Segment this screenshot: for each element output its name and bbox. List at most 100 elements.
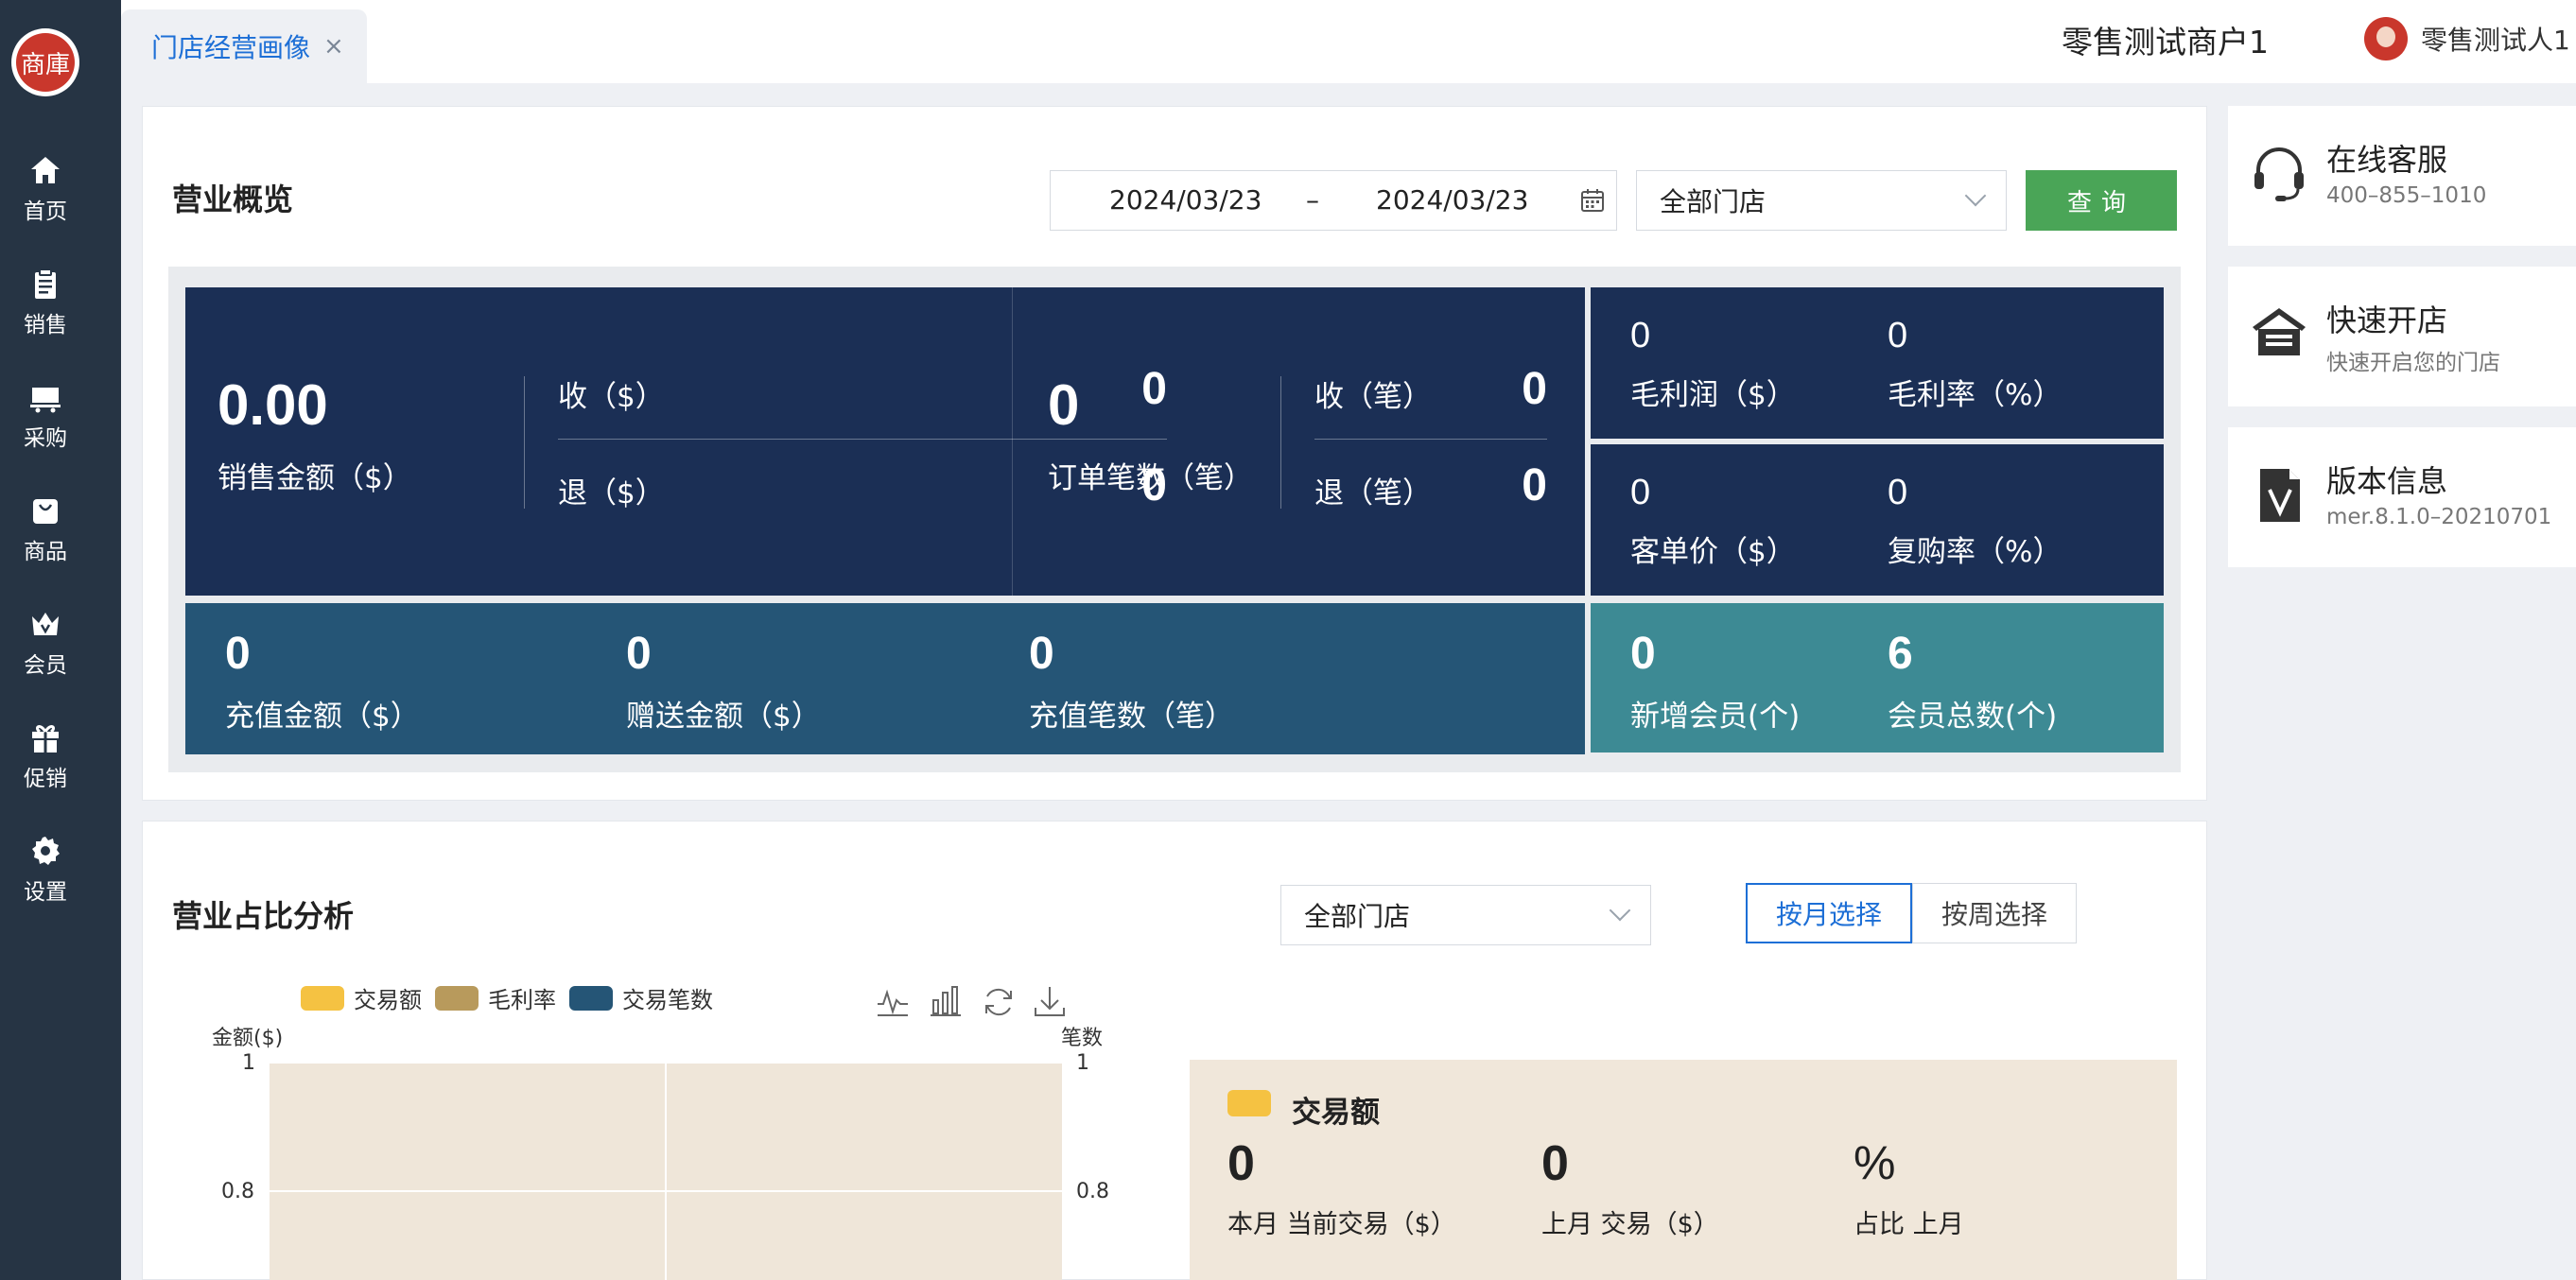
ratio-label: 占比 上月 bbox=[1854, 1210, 1964, 1239]
repurchase-value: 0 bbox=[1888, 473, 1908, 512]
cart-icon bbox=[30, 388, 61, 413]
recharge-tile: 0 充值金额（$） 0 赠送金额（$） 0 充值笔数（笔） bbox=[185, 603, 1585, 754]
new-members-value: 0 bbox=[1630, 629, 1656, 679]
service-title: 在线客服 bbox=[2326, 142, 2448, 178]
gear-icon bbox=[32, 837, 60, 865]
chevron-down-icon bbox=[1964, 184, 1987, 207]
avg-ticket-label: 客单价（$） bbox=[1630, 535, 1796, 569]
chart-legend: 交易额 毛利率 交易笔数 bbox=[301, 981, 726, 1014]
user-menu[interactable]: 零售测试人1 bbox=[2364, 17, 2570, 61]
avatar bbox=[2364, 17, 2408, 61]
calendar-icon bbox=[1581, 189, 1604, 212]
left-tick-1: 1 bbox=[242, 1051, 255, 1075]
avg-ticket-value: 0 bbox=[1630, 473, 1651, 512]
bar-chart-icon[interactable] bbox=[927, 983, 965, 1021]
query-button[interactable]: 查询 bbox=[2026, 170, 2177, 231]
download-icon[interactable] bbox=[1031, 983, 1069, 1021]
analysis-store-value: 全部门店 bbox=[1304, 901, 1411, 932]
quick-open-card[interactable]: 快速开店 快速开启您的门店 bbox=[2228, 267, 2576, 406]
nav-item-home[interactable]: 首页 bbox=[0, 153, 91, 225]
right-tick-0-8: 0.8 bbox=[1076, 1180, 1109, 1203]
store-icon bbox=[2253, 308, 2306, 355]
date-start: 2024/03/23 bbox=[1109, 184, 1262, 216]
refresh-icon[interactable] bbox=[980, 983, 1018, 1021]
nav-label-settings: 设置 bbox=[24, 880, 67, 905]
nav-item-sales[interactable]: 销售 bbox=[0, 267, 91, 338]
bag-icon bbox=[33, 499, 58, 524]
gross-margin-label: 毛利率（%） bbox=[1888, 378, 2063, 412]
logo-text: 商庫 bbox=[16, 33, 75, 92]
income-label: 收（$） bbox=[558, 380, 665, 414]
document-v-icon bbox=[2260, 469, 2300, 522]
version-card[interactable]: 版本信息 mer.8.1.0–20210701 bbox=[2228, 427, 2576, 567]
current-volume-label: 本月 当前交易（$） bbox=[1227, 1210, 1456, 1239]
store-select[interactable]: 全部门店 bbox=[1636, 170, 2007, 231]
right-axis-title: 笔数 bbox=[1061, 1027, 1104, 1050]
left-tick-0-8: 0.8 bbox=[221, 1180, 254, 1203]
tab-label: 门店经营画像 bbox=[151, 32, 311, 63]
volume-summary-panel: 交易额 0 本月 当前交易（$） 0 上月 交易（$） % 占比 上月 bbox=[1190, 1060, 2177, 1280]
gift-amount-label: 赠送金额（$） bbox=[626, 700, 821, 734]
nav-label-member: 会员 bbox=[24, 653, 67, 678]
online-service-card[interactable]: 在线客服 400–855–1010 bbox=[2228, 106, 2576, 246]
merchant-name: 零售测试商户1 bbox=[2062, 24, 2269, 61]
gross-margin-value: 0 bbox=[1888, 316, 1908, 355]
members-tile: 0 新增会员(个) 6 会员总数(个) bbox=[1591, 603, 2164, 752]
total-members-value: 6 bbox=[1888, 629, 1913, 679]
headset-icon bbox=[2254, 147, 2304, 201]
nav-item-promo[interactable]: 促销 bbox=[0, 720, 91, 792]
tab-store-portrait[interactable]: 门店经营画像 × bbox=[121, 9, 367, 83]
logo[interactable]: 商庫 bbox=[11, 28, 79, 96]
sales-amount: 0.00 bbox=[218, 373, 328, 437]
nav-label-purchase: 采购 bbox=[24, 426, 67, 451]
total-members-label: 会员总数(个) bbox=[1888, 700, 2058, 734]
nav-item-settings[interactable]: 设置 bbox=[0, 834, 91, 906]
orders-count: 0 bbox=[1048, 373, 1080, 437]
sales-amount-label: 销售金额（$） bbox=[218, 461, 412, 495]
gross-profit-label: 毛利润（$） bbox=[1630, 378, 1796, 412]
legend-item-count[interactable]: 交易笔数 bbox=[569, 981, 713, 1014]
ticket-tile: 0 客单价（$） 0 复购率（%） bbox=[1591, 444, 2164, 596]
user-name: 零售测试人1 bbox=[2421, 25, 2570, 56]
date-separator: – bbox=[1306, 184, 1319, 216]
home-icon bbox=[31, 157, 60, 183]
current-volume-value: 0 bbox=[1227, 1136, 1255, 1191]
sidebar: 商庫 首页 销售 采购 商品 会员 促销 设置 bbox=[0, 0, 121, 1280]
clipboard-icon bbox=[35, 268, 56, 299]
line-chart-icon[interactable] bbox=[874, 983, 912, 1021]
recharge-amount-label: 充值金额（$） bbox=[225, 700, 420, 734]
panel-title: 交易额 bbox=[1292, 1096, 1380, 1130]
nav-item-goods[interactable]: 商品 bbox=[0, 493, 91, 565]
sales-orders-tile: 0.00 销售金额（$） 收（$） 0 退（$） 0 0 订单笔数（笔） 收（笔… bbox=[185, 287, 1585, 596]
last-volume-label: 上月 交易（$） bbox=[1541, 1210, 1719, 1239]
by-week-button[interactable]: 按周选择 bbox=[1912, 883, 2077, 943]
analysis-title: 营业占比分析 bbox=[172, 898, 355, 934]
chevron-down-icon bbox=[1609, 899, 1631, 922]
nav-item-purchase[interactable]: 采购 bbox=[0, 380, 91, 452]
nav-label-promo: 促销 bbox=[24, 767, 67, 791]
last-volume-value: 0 bbox=[1541, 1136, 1569, 1191]
gross-tile: 0 毛利润（$） 0 毛利率（%） bbox=[1591, 287, 2164, 439]
nav-item-member[interactable]: 会员 bbox=[0, 607, 91, 679]
chart-plot-area bbox=[270, 1064, 1062, 1280]
legend-item-volume[interactable]: 交易额 bbox=[301, 981, 422, 1014]
legend-item-margin[interactable]: 毛利率 bbox=[435, 981, 556, 1014]
volume-swatch bbox=[1227, 1090, 1271, 1116]
repurchase-label: 复购率（%） bbox=[1888, 535, 2063, 569]
recharge-count-label: 充值笔数（笔） bbox=[1029, 700, 1234, 734]
analysis-store-select[interactable]: 全部门店 bbox=[1280, 885, 1651, 945]
version-title: 版本信息 bbox=[2326, 463, 2448, 499]
nav-label-sales: 销售 bbox=[24, 313, 67, 337]
service-phone: 400–855–1010 bbox=[2326, 183, 2487, 208]
left-axis-title: 金额($) bbox=[212, 1027, 284, 1050]
date-range-picker[interactable]: 2024/03/23 – 2024/03/23 bbox=[1050, 170, 1617, 231]
by-month-button[interactable]: 按月选择 bbox=[1746, 883, 1912, 943]
recharge-amount-value: 0 bbox=[225, 629, 251, 679]
store-select-value: 全部门店 bbox=[1660, 186, 1767, 217]
recharge-count-value: 0 bbox=[1029, 629, 1054, 679]
close-icon[interactable]: × bbox=[323, 32, 344, 61]
ratio-value: % bbox=[1854, 1136, 1896, 1189]
nav-label-home: 首页 bbox=[24, 199, 67, 224]
quick-open-title: 快速开店 bbox=[2326, 303, 2448, 338]
refund-label: 退（$） bbox=[558, 476, 665, 510]
